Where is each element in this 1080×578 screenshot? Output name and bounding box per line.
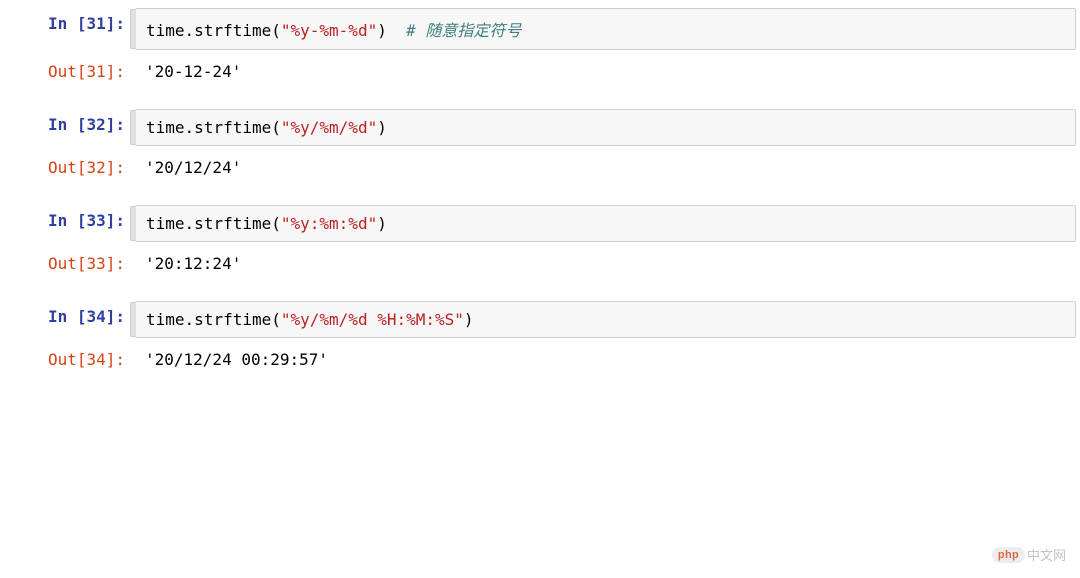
code-line: time.strftime("%y-%m-%d") # 随意指定符号: [146, 21, 521, 40]
output-prompt: Out[32]:: [0, 152, 135, 183]
code-input-area[interactable]: time.strftime("%y/%m/%d"): [135, 109, 1076, 146]
code-string: "%y/%m/%d": [281, 118, 377, 137]
output-prompt: Out[31]:: [0, 56, 135, 87]
close-paren: ): [464, 310, 474, 329]
code-obj: time: [146, 214, 185, 233]
code-line: time.strftime("%y/%m/%d"): [146, 118, 387, 137]
code-method: strftime: [194, 214, 271, 233]
code-input-area[interactable]: time.strftime("%y:%m:%d"): [135, 205, 1076, 242]
code-string: "%y/%m/%d %H:%M:%S": [281, 310, 464, 329]
code-input-area[interactable]: time.strftime("%y/%m/%d %H:%M:%S"): [135, 301, 1076, 338]
input-cell: In [31]: time.strftime("%y-%m-%d") # 随意指…: [0, 8, 1080, 50]
open-paren: (: [271, 214, 281, 233]
input-cell: In [33]: time.strftime("%y:%m:%d"): [0, 205, 1080, 242]
input-prompt: In [31]:: [0, 8, 135, 39]
close-paren: ): [377, 21, 387, 40]
output-prompt: Out[33]:: [0, 248, 135, 279]
input-cell: In [34]: time.strftime("%y/%m/%d %H:%M:%…: [0, 301, 1080, 338]
code-method: strftime: [194, 21, 271, 40]
output-cell: Out[34]: '20/12/24 00:29:57': [0, 344, 1080, 375]
code-obj: time: [146, 118, 185, 137]
code-input-area[interactable]: time.strftime("%y-%m-%d") # 随意指定符号: [135, 8, 1076, 50]
code-comment: # 随意指定符号: [387, 21, 522, 40]
code-dot: .: [185, 214, 195, 233]
open-paren: (: [271, 21, 281, 40]
code-dot: .: [185, 310, 195, 329]
watermark-badge: php: [992, 547, 1025, 563]
output-text: '20/12/24 00:29:57': [135, 344, 1080, 375]
output-cell: Out[32]: '20/12/24': [0, 152, 1080, 183]
code-method: strftime: [194, 310, 271, 329]
close-paren: ): [377, 214, 387, 233]
input-prompt: In [34]:: [0, 301, 135, 332]
watermark: php 中文网: [992, 545, 1066, 564]
output-cell: Out[33]: '20:12:24': [0, 248, 1080, 279]
code-line: time.strftime("%y/%m/%d %H:%M:%S"): [146, 310, 474, 329]
input-prompt: In [32]:: [0, 109, 135, 140]
code-obj: time: [146, 310, 185, 329]
code-obj: time: [146, 21, 185, 40]
open-paren: (: [271, 310, 281, 329]
open-paren: (: [271, 118, 281, 137]
output-text: '20:12:24': [135, 248, 1080, 279]
code-string: "%y:%m:%d": [281, 214, 377, 233]
output-cell: Out[31]: '20-12-24': [0, 56, 1080, 87]
code-string: "%y-%m-%d": [281, 21, 377, 40]
output-prompt: Out[34]:: [0, 344, 135, 375]
output-text: '20/12/24': [135, 152, 1080, 183]
input-prompt: In [33]:: [0, 205, 135, 236]
code-dot: .: [185, 21, 195, 40]
watermark-text: 中文网: [1027, 545, 1066, 564]
output-text: '20-12-24': [135, 56, 1080, 87]
code-line: time.strftime("%y:%m:%d"): [146, 214, 387, 233]
code-method: strftime: [194, 118, 271, 137]
input-cell: In [32]: time.strftime("%y/%m/%d"): [0, 109, 1080, 146]
code-dot: .: [185, 118, 195, 137]
close-paren: ): [377, 118, 387, 137]
